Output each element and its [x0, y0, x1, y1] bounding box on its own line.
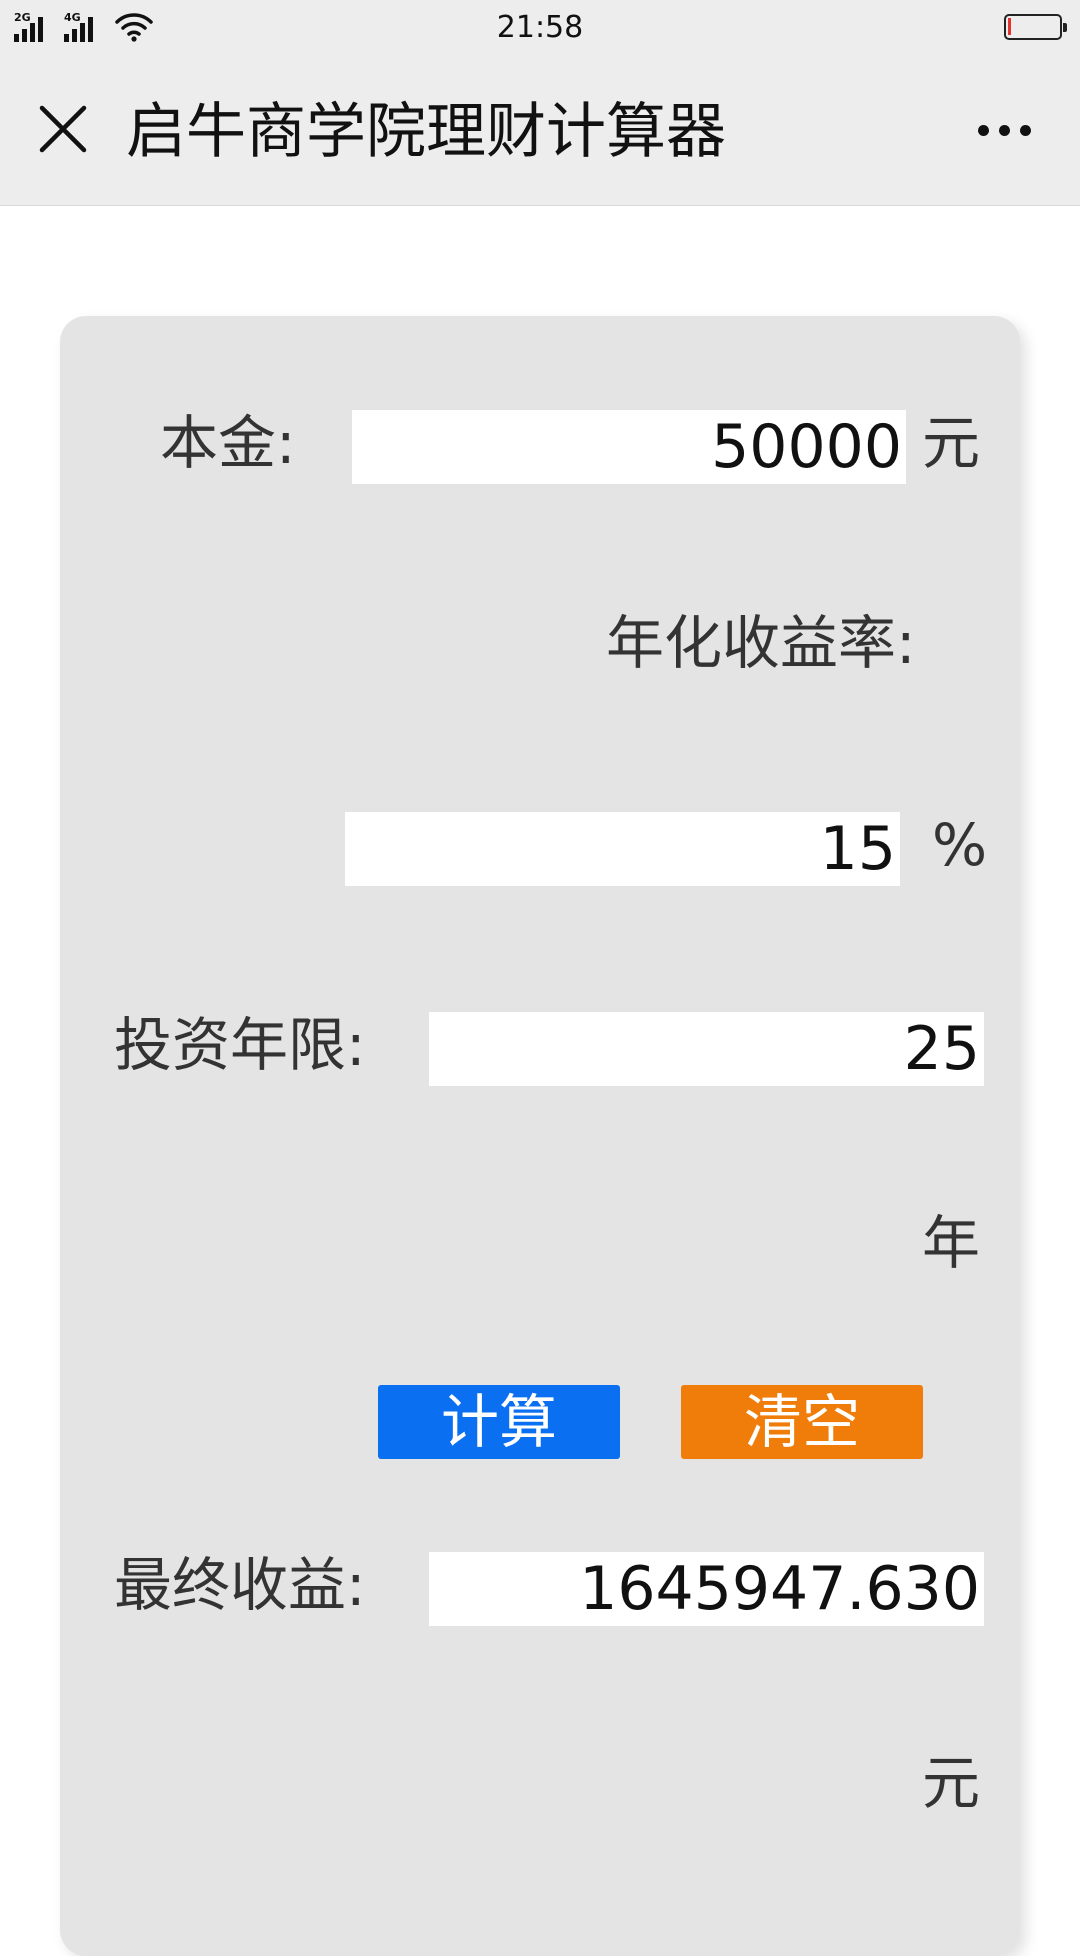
result-unit: 元 [922, 1749, 981, 1817]
result-label: 最终收益: [114, 1551, 366, 1619]
clear-button[interactable]: 清空 [681, 1385, 923, 1459]
page-title: 启牛商学院理财计算器 [126, 97, 726, 167]
title-bar: 启牛商学院理财计算器 [0, 56, 1080, 206]
status-bar: 2G 4G 21:58 [0, 0, 1080, 56]
principal-label: 本金: [160, 409, 296, 477]
calculate-button[interactable]: 计算 [378, 1385, 620, 1459]
more-button[interactable] [962, 102, 1046, 158]
close-icon [39, 105, 87, 153]
principal-unit: 元 [922, 409, 981, 477]
battery-icon [1004, 14, 1067, 40]
rate-input[interactable] [345, 812, 900, 886]
battery-level [1008, 18, 1011, 35]
status-time: 21:58 [496, 10, 584, 45]
years-label: 投资年限: [114, 1011, 366, 1079]
years-input[interactable] [429, 1012, 984, 1086]
calculator-card: 本金: 元 年化收益率: % 投资年限: 年 计算 清空 最终收益: 元 [60, 316, 1020, 1956]
rate-unit: % [932, 811, 988, 879]
close-button[interactable] [30, 96, 96, 162]
more-dots-icon [977, 124, 989, 136]
principal-input[interactable] [352, 410, 906, 484]
result-output[interactable] [429, 1552, 984, 1626]
years-unit: 年 [922, 1209, 981, 1277]
rate-label: 年化收益率: [606, 609, 916, 677]
